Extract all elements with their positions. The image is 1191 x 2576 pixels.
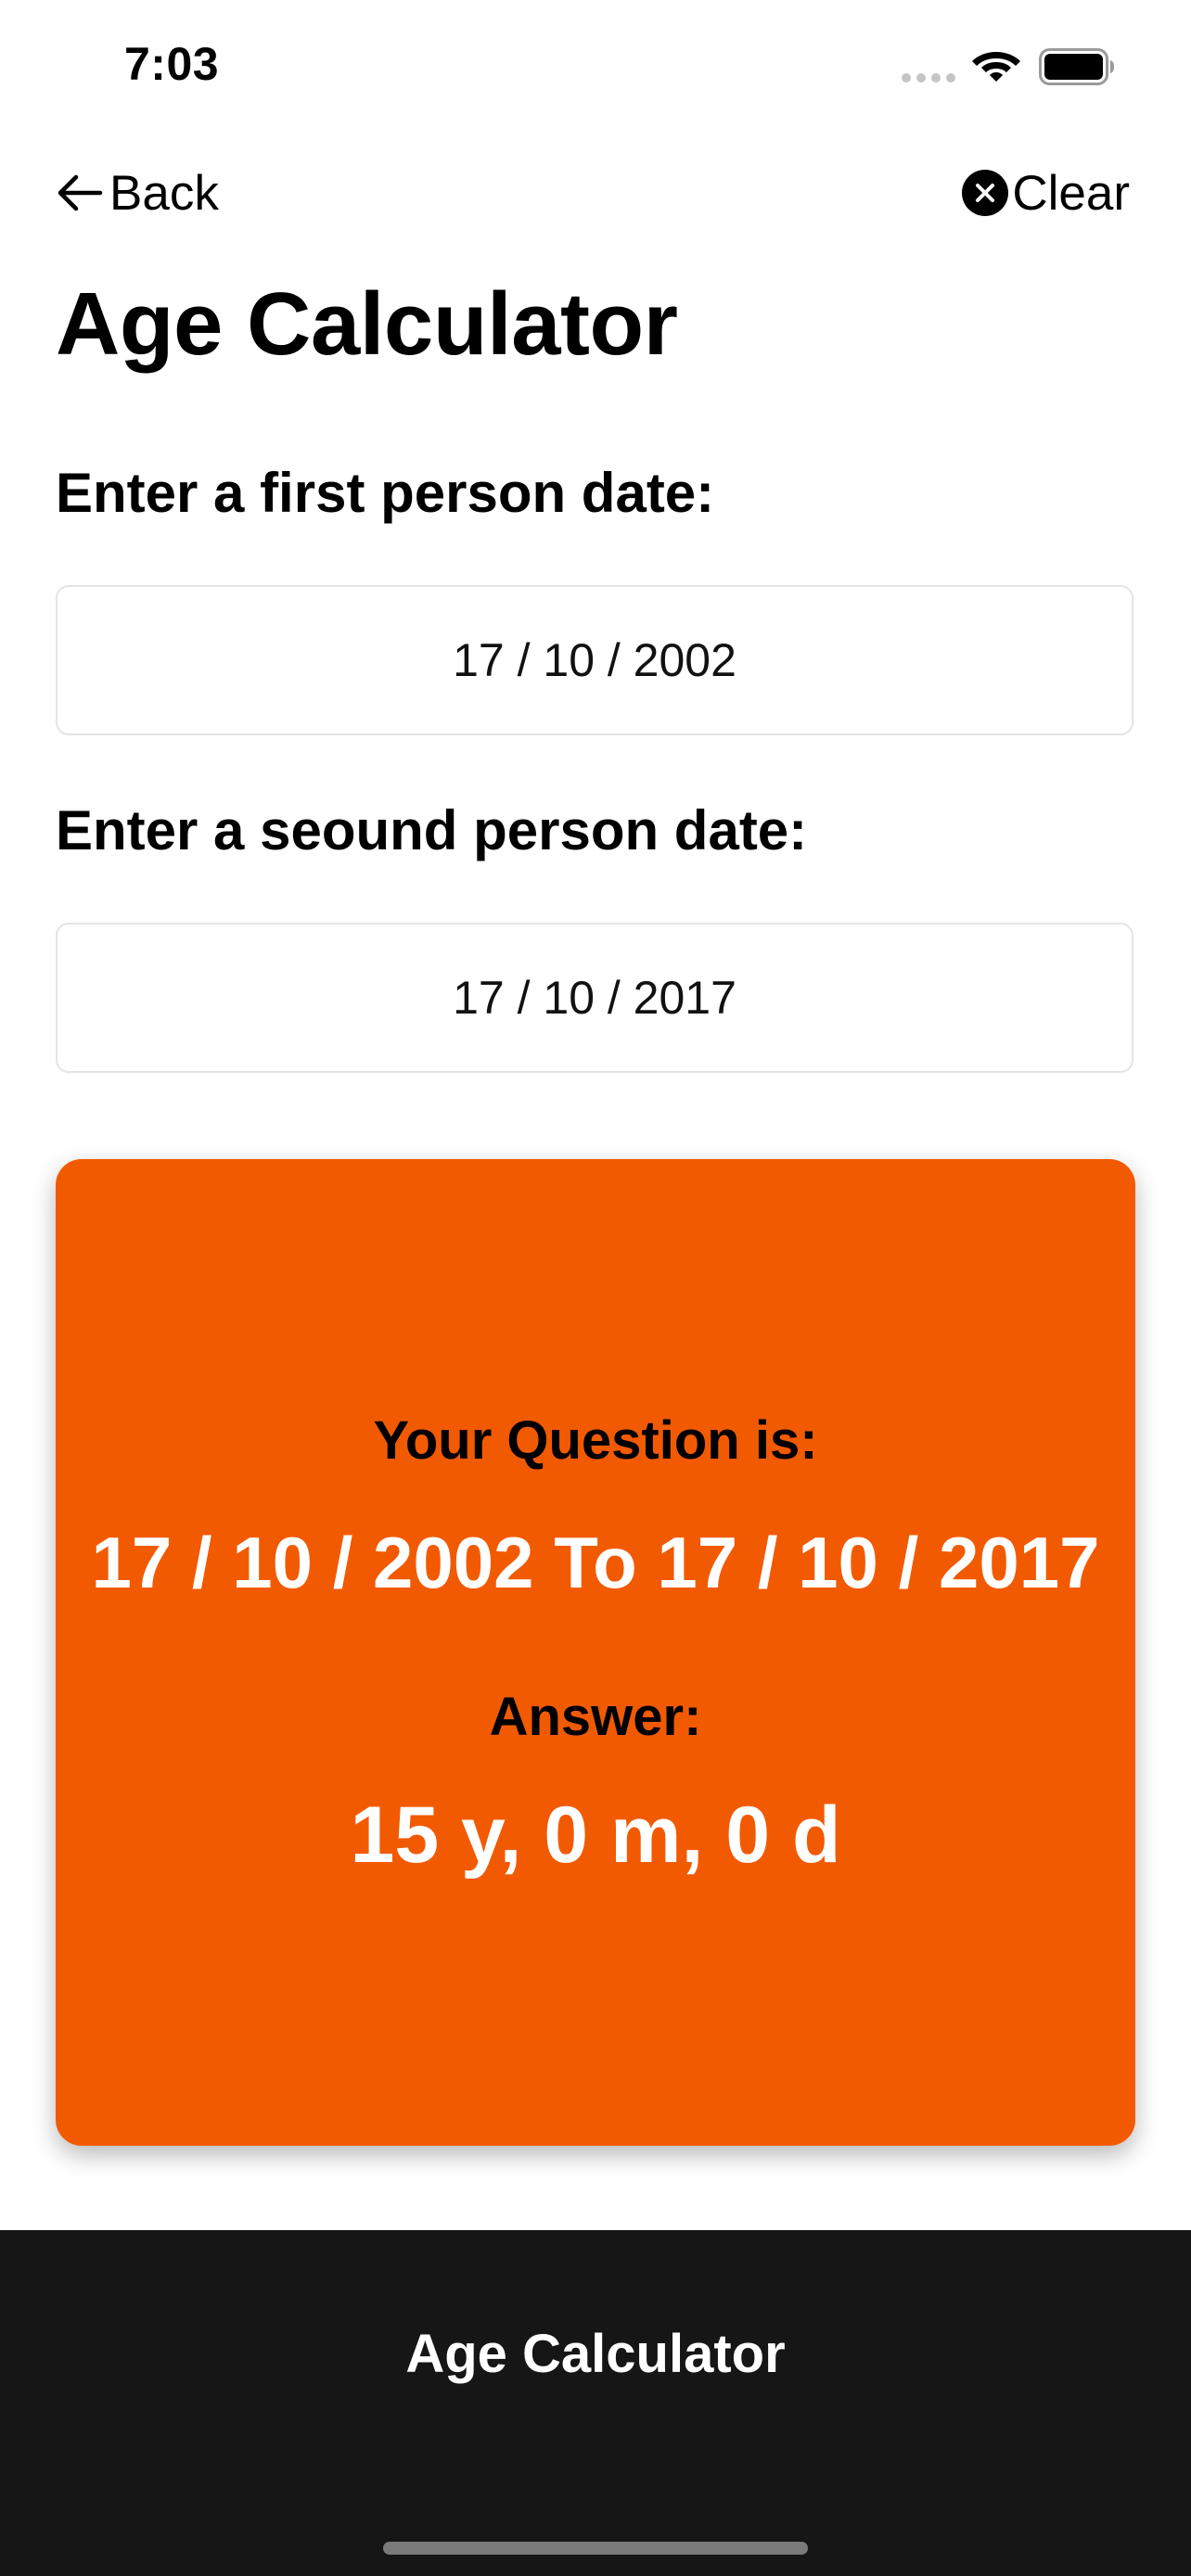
question-label: Your Question is:	[373, 1410, 818, 1471]
signal-dots-icon	[902, 73, 957, 83]
bottom-bar: Age Calculator	[0, 2230, 1191, 2576]
clear-label: Clear	[1012, 165, 1130, 221]
wifi-icon	[972, 52, 1020, 82]
page-title: Age Calculator	[56, 274, 678, 374]
age-calculator-screen: 7:03 Back Clear Age Calculator Enter a f…	[0, 0, 1191, 2576]
answer-value: 15 y, 0 m, 0 d	[350, 1791, 841, 1880]
first-date-label: Enter a first person date:	[56, 462, 715, 524]
close-circle-icon	[962, 170, 1009, 216]
answer-label: Answer:	[489, 1687, 702, 1747]
back-button[interactable]: Back	[56, 165, 219, 221]
second-date-picker[interactable]: 17 / 10 / 2017	[56, 923, 1133, 1073]
clear-button[interactable]: Clear	[962, 165, 1130, 221]
question-value: 17 / 10 / 2002 To 17 / 10 / 2017	[91, 1522, 1100, 1603]
second-date-label: Enter a seound person date:	[56, 799, 808, 861]
back-label: Back	[109, 165, 219, 221]
result-card: Your Question is: 17 / 10 / 2002 To 17 /…	[56, 1159, 1135, 2146]
first-date-picker[interactable]: 17 / 10 / 2002	[56, 585, 1133, 735]
status-time: 7:03	[124, 38, 220, 90]
bottom-bar-title: Age Calculator	[405, 2324, 786, 2384]
battery-icon	[1039, 48, 1114, 85]
arrow-left-icon	[58, 174, 103, 211]
home-indicator[interactable]	[383, 2542, 808, 2555]
